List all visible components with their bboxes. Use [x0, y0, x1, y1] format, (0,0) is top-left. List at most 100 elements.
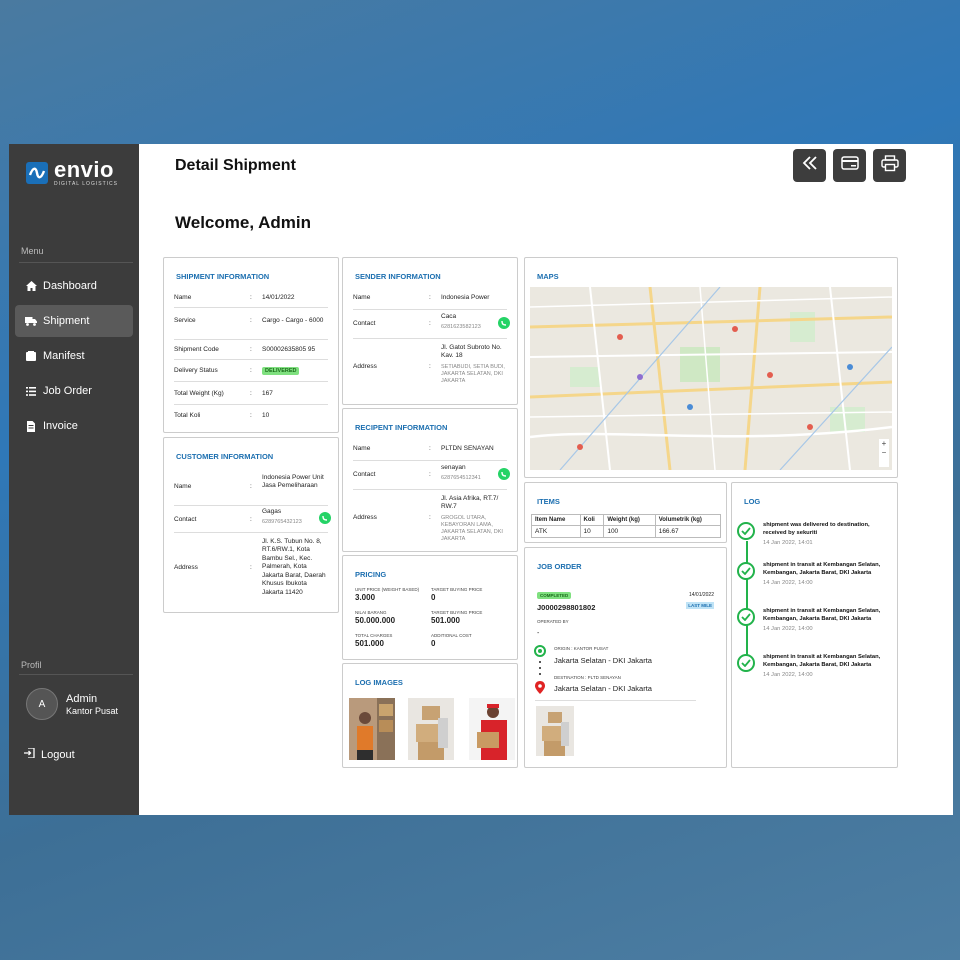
job-order-code: J0000298801802: [537, 603, 596, 612]
sidebar-item-label: Shipment: [43, 315, 90, 327]
card-title: JOB ORDER: [537, 562, 582, 571]
card-title: SHIPMENT INFORMATION: [176, 272, 270, 281]
destination-value: Jakarta Selatan - DKI Jakarta: [554, 684, 652, 693]
profile-name: Admin: [66, 692, 98, 705]
shipment-code-row: Shipment Code: S00002635805 95: [174, 346, 316, 353]
destination-label: DESTINATION : PLTD SENAYAN: [554, 675, 621, 680]
sidebar-item-label: Invoice: [43, 420, 78, 432]
check-circle-icon: [737, 654, 755, 672]
customer-contact-row: Contact: Gagas 6289765432123: [174, 508, 302, 526]
check-circle-icon: [737, 608, 755, 626]
brand-name: envio: [54, 157, 114, 182]
recipient-name-row: Name: PLTDN SENAYAN: [353, 445, 494, 452]
job-date: 14/01/2022: [688, 592, 714, 598]
shipment-information-card: SHIPMENT INFORMATION Name: 14/01/2022 Se…: [163, 257, 339, 433]
log-image-thumbnail[interactable]: [408, 698, 454, 760]
timeline-line: [746, 541, 748, 663]
job-type-badge: LAST MILE: [686, 602, 714, 609]
main-content: Detail Shipment Welcome, Admin SHIPMENT: [139, 144, 953, 815]
shipment-name-row: Name: 14/01/2022: [174, 294, 295, 301]
table-header-row: Item Name Koli Weight (kg) Volumetrik (k…: [531, 514, 722, 526]
job-status-badge: COMPLETED: [537, 592, 572, 599]
log-card: LOG shipment was delivered to destinatio…: [731, 482, 898, 768]
logo-mark-icon: [26, 162, 48, 184]
home-icon: [25, 280, 37, 292]
job-order-image-thumbnail[interactable]: [536, 706, 574, 756]
column-header: Item Name: [531, 514, 581, 526]
operated-by-value: -: [537, 630, 540, 637]
card-title: PRICING: [355, 570, 387, 579]
origin-value: Jakarta Selatan - DKI Jakarta: [554, 656, 652, 665]
brand-logo[interactable]: envio DIGITAL LOGISTICS: [26, 159, 118, 187]
double-chevron-left-icon: [802, 156, 818, 175]
maps-card: MAPS + −: [524, 257, 898, 478]
truck-icon: [25, 315, 37, 327]
recipient-contact-row: Contact: senayan 6287654512341: [353, 464, 481, 482]
total-weight-row: Total Weight (Kg): 167: [174, 390, 273, 397]
log-entry: shipment in transit at Kembangan Selatan…: [737, 562, 889, 587]
card-icon: [840, 156, 859, 175]
sidebar-item-label: Manifest: [43, 350, 85, 362]
profile-role: Kantor Pusat: [66, 705, 119, 716]
sidebar-item-shipment[interactable]: Shipment: [15, 305, 133, 337]
card-title: ITEMS: [537, 497, 560, 506]
customer-name-row: Name: Indonesia Power Unit Jasa Pemeliha…: [174, 474, 324, 490]
page-title: Detail Shipment: [175, 157, 296, 174]
sidebar-nav: Dashboard Shipment Manifest Job Order In…: [15, 270, 133, 445]
card-title: LOG: [744, 497, 761, 506]
sidebar-item-manifest[interactable]: Manifest: [15, 340, 133, 372]
recipient-information-card: RECIPENT INFORMATION Name: PLTDN SENAYAN…: [342, 408, 518, 552]
card-title: SENDER INFORMATION: [355, 272, 441, 281]
total-koli-row: Total Koli: 10: [174, 412, 270, 419]
zoom-controls[interactable]: + −: [879, 439, 889, 467]
sidebar-item-dashboard[interactable]: Dashboard: [15, 270, 133, 302]
customer-information-card: CUSTOMER INFORMATION Name: Indonesia Pow…: [163, 437, 339, 613]
sidebar-item-job-order[interactable]: Job Order: [15, 375, 133, 407]
card-title: MAPS: [537, 272, 559, 281]
map-view[interactable]: + −: [530, 287, 892, 470]
logout-label: Logout: [41, 748, 75, 761]
sidebar: envio DIGITAL LOGISTICS Menu Dashboard S…: [9, 144, 139, 815]
toolbar: [793, 149, 906, 182]
operated-by-label: OPERATED BY: [537, 619, 569, 624]
items-card: ITEMS Item Name Koli Weight (kg) Volumet…: [524, 482, 727, 543]
divider: [19, 262, 133, 263]
recipient-address-row: Address: Jl. Asia Afrika, RT.7/ RW.7 GROG…: [353, 495, 503, 543]
logout-icon: [24, 747, 35, 761]
divider: [19, 674, 133, 675]
logout-button[interactable]: Logout: [24, 747, 75, 761]
avatar: A: [26, 688, 58, 720]
pricing-cell: ADDITIONAL COST 0: [431, 633, 472, 648]
whatsapp-icon[interactable]: [498, 468, 510, 480]
card-title: LOG IMAGES: [355, 678, 403, 687]
print-button[interactable]: [873, 149, 906, 182]
card-title: CUSTOMER INFORMATION: [176, 452, 274, 461]
pricing-cell: TARGET BUYING PRICE 501.000: [431, 610, 483, 625]
brand-tagline: DIGITAL LOGISTICS: [54, 181, 118, 187]
log-image-thumbnail[interactable]: [349, 698, 395, 760]
sidebar-item-invoice[interactable]: Invoice: [15, 410, 133, 442]
column-header: Koli: [579, 514, 605, 526]
origin-label: ORIGIN : KANTOR PUSAT: [554, 646, 609, 651]
card-title: RECIPENT INFORMATION: [355, 423, 448, 432]
column-header: Volumetrik (kg): [654, 514, 722, 526]
column-header: Weight (kg): [603, 514, 656, 526]
app-window: envio DIGITAL LOGISTICS Menu Dashboard S…: [9, 144, 953, 815]
back-button[interactable]: [793, 149, 826, 182]
origin-dot-icon: [534, 645, 546, 657]
delivery-status-row: Delivery Status: DELIVERED: [174, 367, 328, 375]
sidebar-item-label: Dashboard: [43, 280, 97, 292]
job-order-card: JOB ORDER COMPLETED 14/01/2022 J00002988…: [524, 547, 727, 768]
list-icon: [25, 385, 37, 397]
pricing-cell: UNIT PRICE (WEIGHT BASED) 3.000: [355, 587, 420, 602]
log-image-thumbnail[interactable]: [469, 698, 515, 760]
pricing-cell: TARGET BUYING PRICE 0: [431, 587, 483, 602]
whatsapp-icon[interactable]: [498, 317, 510, 329]
whatsapp-icon[interactable]: [319, 512, 331, 524]
sidebar-item-label: Job Order: [43, 385, 92, 397]
items-table: Item Name Koli Weight (kg) Volumetrik (k…: [531, 514, 722, 538]
check-circle-icon: [737, 522, 755, 540]
check-circle-icon: [737, 562, 755, 580]
payment-button[interactable]: [833, 149, 866, 182]
profile-card[interactable]: A Admin Kantor Pusat: [26, 688, 118, 720]
